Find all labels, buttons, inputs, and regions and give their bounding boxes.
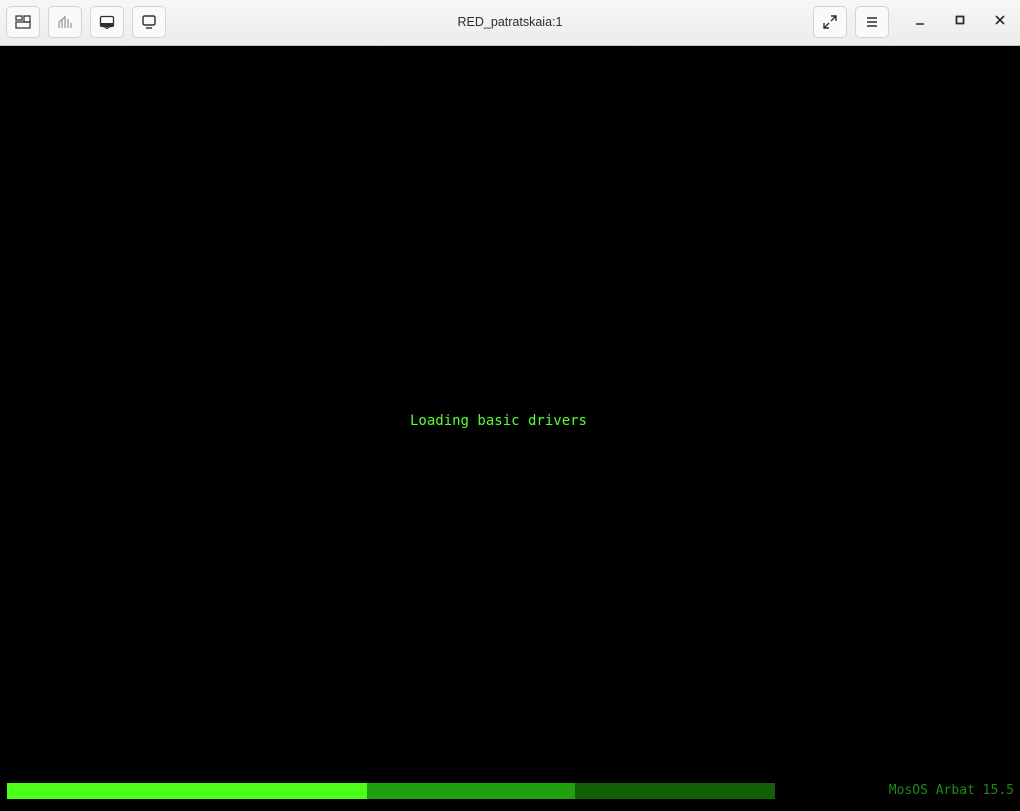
close-button[interactable] [989,11,1011,33]
minimize-icon [914,13,926,31]
minimize-button[interactable] [909,11,931,33]
maximize-icon [954,13,966,31]
maximize-button[interactable] [949,11,971,33]
os-version-label: MosOS Arbat 15.5 [888,783,1014,798]
fullscreen-icon [822,14,838,30]
boot-message: Loading basic drivers [409,413,587,429]
close-icon [994,13,1006,31]
boot-progress-bar [7,783,775,799]
fullscreen-button[interactable] [813,6,847,38]
vm-console-screen[interactable]: Loading basic drivers MosOS Arbat 15.5 [0,46,1020,811]
title-bar: RED_patratskaia:1 [0,0,1020,46]
progress-segment-mid [367,783,576,799]
menu-icon [864,14,880,30]
progress-segment-bright [7,783,368,799]
menu-button[interactable] [855,6,889,38]
progress-segment-dark [575,783,775,799]
